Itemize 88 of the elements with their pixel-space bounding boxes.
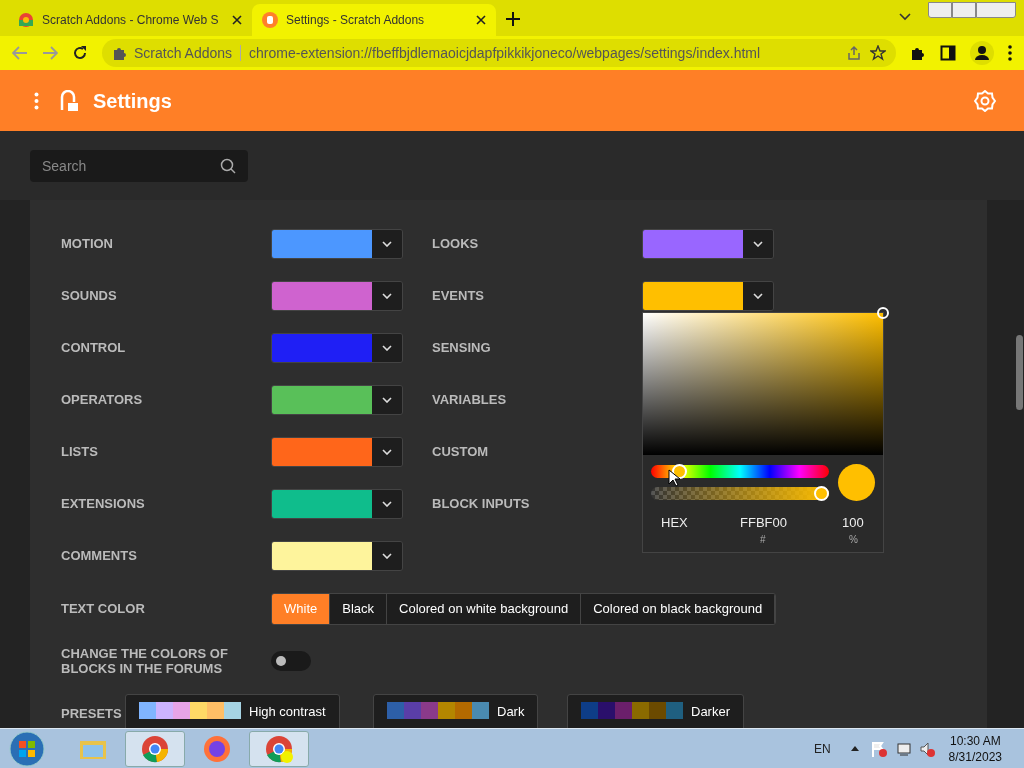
share-icon[interactable] <box>846 45 862 61</box>
page-title: Settings <box>93 88 172 114</box>
category-label: CONTROL <box>61 339 127 358</box>
chevron-down-icon <box>382 345 392 351</box>
addon-logo-icon <box>262 12 278 28</box>
color-dropdown[interactable] <box>642 229 774 259</box>
category-label: SENSING <box>432 339 492 358</box>
store-logo-icon <box>18 12 34 28</box>
star-icon[interactable] <box>870 45 886 61</box>
alpha-value[interactable]: 100 <box>842 513 864 533</box>
text-color-option[interactable]: Black <box>330 594 388 624</box>
category-label: SOUNDS <box>61 287 118 306</box>
browser-tab[interactable]: Settings - Scratch Addons <box>252 4 496 36</box>
tab-title: Scratch Addons - Chrome Web S <box>42 12 220 29</box>
chevron-down-icon <box>382 449 392 455</box>
saturation-handle[interactable] <box>877 307 889 319</box>
category-label: MOTION <box>61 235 114 254</box>
new-tab-icon[interactable] <box>506 12 520 26</box>
site-name: Scratch Addons <box>134 43 233 63</box>
chevron-down-icon <box>382 553 392 559</box>
category-label: LOOKS <box>432 235 480 254</box>
chevron-down-icon <box>753 293 763 299</box>
puzzle-icon <box>112 46 126 60</box>
addon-logo-icon <box>59 89 79 112</box>
close-icon <box>476 15 486 25</box>
color-dropdown[interactable] <box>271 437 403 467</box>
tab-title: Settings - Scratch Addons <box>286 12 426 29</box>
speaker-icon[interactable] <box>918 740 935 757</box>
toggle-switch[interactable] <box>271 651 311 671</box>
setting-label: CHANGE THE COLORS OF BLOCKS IN THE FORUMS <box>61 646 229 676</box>
alpha-unit: % <box>849 533 858 547</box>
flag-icon[interactable] <box>870 740 887 757</box>
url-text: chrome-extension://fbeffbjdlemaoicjdapfpikkikjoneco/webpages/settings/index.html <box>249 43 762 63</box>
chevron-down-icon <box>753 241 763 247</box>
slider-thumb[interactable] <box>814 486 829 501</box>
clock[interactable]: 10:30 AM 8/31/2023 <box>948 732 1002 765</box>
chevron-down-icon[interactable] <box>899 13 911 21</box>
category-label: CUSTOM <box>432 443 490 462</box>
category-label: VARIABLES <box>432 391 508 410</box>
category-label: EVENTS <box>432 287 485 306</box>
chevron-down-icon <box>382 397 392 403</box>
mode-label[interactable]: HEX <box>661 513 688 533</box>
more-icon[interactable] <box>1008 45 1012 61</box>
color-dropdown[interactable] <box>271 541 403 571</box>
window-controls[interactable] <box>928 2 1016 18</box>
browser-tab[interactable]: Scratch Addons - Chrome Web S <box>8 4 252 36</box>
up-arrow-icon[interactable] <box>850 746 859 751</box>
setting-label: TEXT COLOR <box>61 600 146 619</box>
color-dropdown[interactable] <box>642 281 774 311</box>
chevron-down-icon <box>382 293 392 299</box>
hex-value[interactable]: FFBF00 <box>740 513 787 533</box>
color-dropdown[interactable] <box>271 489 403 519</box>
settings-icon[interactable] <box>974 89 996 112</box>
chevron-down-icon <box>382 241 392 247</box>
network-icon[interactable] <box>894 740 911 757</box>
start-button-icon[interactable] <box>9 730 45 767</box>
address-bar[interactable]: Scratch Addons chrome-extension://fbeffbjdlemaoicjdapfpikkikjoneco/webpages/settings/index.html <box>102 39 896 67</box>
category-label: OPERATORS <box>61 391 144 410</box>
setting-label: PRESETS <box>61 705 123 723</box>
text-color-option[interactable]: Colored on black background <box>581 594 776 624</box>
mouse-cursor-icon <box>668 469 680 487</box>
hue-slider[interactable] <box>651 465 829 478</box>
extensions-icon[interactable] <box>910 45 926 61</box>
category-label: LISTS <box>61 443 99 462</box>
color-dropdown[interactable] <box>271 229 403 259</box>
color-dropdown[interactable] <box>271 281 403 311</box>
language-indicator[interactable]: EN <box>813 739 831 758</box>
search-field[interactable]: Search <box>30 149 248 182</box>
text-color-option[interactable]: Colored on white background <box>387 594 582 624</box>
menu-icon[interactable] <box>34 91 39 110</box>
category-label: EXTENSIONS <box>61 495 146 514</box>
profile-icon[interactable] <box>970 41 994 65</box>
category-label: BLOCK INPUTS <box>432 495 531 514</box>
search-icon <box>220 157 236 174</box>
preset-button[interactable]: Darker <box>567 694 744 728</box>
alpha-slider[interactable] <box>651 487 829 500</box>
saturation-area[interactable] <box>643 313 883 455</box>
reload-icon[interactable] <box>72 45 88 61</box>
category-label: COMMENTS <box>61 547 138 566</box>
preset-button[interactable]: High contrast <box>125 694 340 728</box>
color-dropdown[interactable] <box>271 385 403 415</box>
side-panel-icon[interactable] <box>940 45 956 61</box>
chevron-down-icon <box>382 501 392 507</box>
hex-unit: # <box>760 533 766 547</box>
preset-button[interactable]: Dark <box>373 694 539 728</box>
color-dropdown[interactable] <box>271 333 403 363</box>
close-icon <box>232 15 242 25</box>
scrollbar-thumb[interactable] <box>1016 335 1023 410</box>
